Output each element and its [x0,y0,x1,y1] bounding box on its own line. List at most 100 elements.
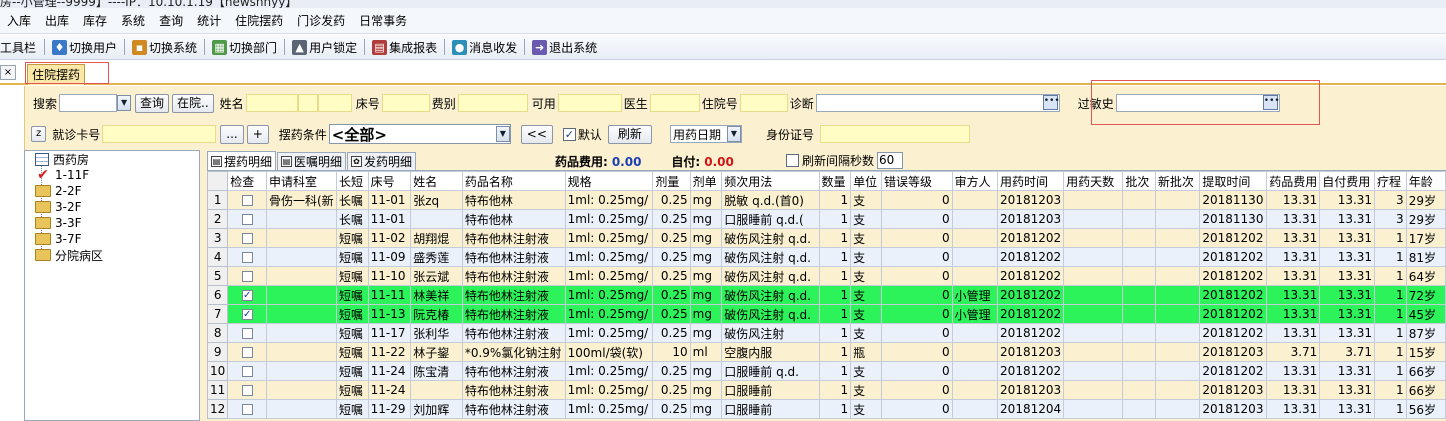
cell-fee[interactable]: 3.71 [1266,342,1321,362]
cell-self[interactable]: 13.31 [1319,266,1376,286]
row-checkbox[interactable] [241,347,253,358]
cell-bed[interactable]: 11-29 [367,399,412,419]
cell-name[interactable]: 张利华 [410,323,463,343]
menu-item-inbound[interactable]: 入库 [0,12,38,29]
cell-extract[interactable]: 20181202 [1199,323,1268,343]
cell-type[interactable]: 短嘱 [335,342,369,362]
cell-drug[interactable]: 特布他林注射液 [461,323,566,343]
menu-item-system[interactable]: 系统 [114,12,152,29]
cell-dept[interactable] [266,247,337,267]
cell-name[interactable]: 林美祥 [410,285,463,305]
column-header[interactable]: 长短 [335,171,369,191]
cell-bed[interactable]: 11-02 [367,228,412,248]
cell-newbatch[interactable] [1154,266,1201,286]
cell-self[interactable]: 13.31 [1319,247,1376,267]
cell-time[interactable]: 20181203 [997,209,1065,229]
cell-batch[interactable] [1122,228,1156,248]
cell-unit1[interactable]: mg [689,285,723,305]
cell-age[interactable]: 64岁 [1405,266,1446,286]
cell-unit[interactable]: 支 [850,285,882,305]
cell-days[interactable] [1063,399,1124,419]
row-number[interactable]: 1 [207,190,229,210]
refresh-interval-input[interactable]: 60 [877,152,904,169]
z-button[interactable]: z [31,126,47,142]
cell-unit[interactable]: 支 [850,190,882,210]
fee-type-input[interactable] [457,94,528,112]
search-input[interactable] [59,94,118,112]
cell-course[interactable]: 1 [1374,247,1407,267]
cell-extract[interactable]: 20181202 [1199,247,1268,267]
cell-batch[interactable] [1122,399,1156,419]
default-checkbox[interactable]: ✓ [562,127,576,141]
cell-type[interactable]: 短嘱 [335,304,369,324]
visit-card-input[interactable] [102,125,217,143]
tree-item-3-2f[interactable]: 3-2F [35,199,82,215]
cell-qty[interactable]: 1 [818,190,852,210]
cell-age[interactable]: 45岁 [1405,304,1446,324]
menu-item-outbound[interactable]: 出库 [38,12,76,29]
cell-age[interactable]: 17岁 [1405,228,1446,248]
cell-drug[interactable]: *0.9%氯化钠注射 [461,342,566,362]
cell-extract[interactable]: 20181202 [1199,361,1268,381]
cell-name[interactable]: 陈宝清 [410,361,463,381]
cell-fee[interactable]: 13.31 [1266,247,1321,267]
cell-reviewer[interactable] [951,399,999,419]
column-header[interactable]: 自付费用 [1319,171,1376,191]
cell-fee[interactable]: 13.31 [1266,361,1321,381]
cell-time[interactable]: 20181202 [997,323,1065,343]
cell-newbatch[interactable] [1154,323,1201,343]
tab-inpatient-dispense[interactable]: 住院摆药 [27,64,86,85]
cell-batch[interactable] [1122,342,1156,362]
cell-reviewer[interactable] [951,247,999,267]
cell-qty[interactable]: 1 [818,228,852,248]
cell-time[interactable]: 20181202 [997,228,1065,248]
search-dropdown-button[interactable]: ▼ [117,95,132,111]
column-header[interactable]: 提取时间 [1199,171,1268,191]
cell-err[interactable]: 0 [880,209,953,229]
cell-qty[interactable]: 1 [818,361,852,381]
column-header[interactable]: 频次用法 [721,171,820,191]
cell-newbatch[interactable] [1154,285,1201,305]
row-checkbox[interactable]: ✓ [241,290,253,301]
column-header[interactable]: 药品费用 [1266,171,1321,191]
cell-spec[interactable]: 1ml: 0.25mg/ [564,399,654,419]
cell-age[interactable]: 66岁 [1405,361,1446,381]
cell-newbatch[interactable] [1154,342,1201,362]
row-number[interactable]: 3 [207,228,229,248]
cell-self[interactable]: 13.31 [1319,209,1376,229]
cell-course[interactable]: 1 [1374,361,1407,381]
cell-type[interactable]: 短嘱 [335,361,369,381]
cell-unit1[interactable]: mg [689,209,723,229]
table-row[interactable]: 4 短嘱 11-09 盛秀莲 特布他林注射液 1ml: 0.25mg/0.25 mg 破伤风注… [207,247,1446,267]
cell-freq[interactable]: 破伤风注射 q.d. [721,304,820,324]
cell-err[interactable]: 0 [880,342,953,362]
cell-err[interactable]: 0 [880,304,953,324]
tree-item-1-11f[interactable]: ✔ 1-11F [35,167,89,183]
column-header[interactable]: 姓名 [410,171,463,191]
cell-freq[interactable]: 破伤风注射 q.d. [721,247,820,267]
report-button[interactable]: ▤ 集成报表 [369,39,440,56]
name-input-3[interactable] [317,94,352,112]
cell-spec[interactable]: 1ml: 0.25mg/ [564,209,654,229]
row-checkbox[interactable] [241,328,253,339]
tree-item-3-7f[interactable]: 3-7F [35,231,82,247]
cell-fee[interactable]: 13.31 [1266,323,1321,343]
cell-extract[interactable]: 20181203 [1199,399,1268,419]
cell-fee[interactable]: 13.31 [1266,190,1321,210]
diagnosis-browse-button[interactable]: ••• [1042,95,1060,110]
cell-drug[interactable]: 特布他林注射液 [461,399,566,419]
cell-fee[interactable]: 13.31 [1266,399,1321,419]
cell-days[interactable] [1063,342,1124,362]
id-card-input[interactable] [819,125,970,143]
cell-type[interactable]: 短嘱 [335,285,369,305]
cell-extract[interactable]: 20181203 [1199,380,1268,400]
cell-batch[interactable] [1122,380,1156,400]
cell-bed[interactable]: 11-24 [367,380,412,400]
row-number[interactable]: 6 [207,285,229,305]
cell-days[interactable] [1063,361,1124,381]
cell-type[interactable]: 短嘱 [335,399,369,419]
row-checkbox[interactable] [241,404,253,415]
cell-drug[interactable]: 特布他林注射液 [461,247,566,267]
cell-drug[interactable]: 特布他林注射液 [461,304,566,324]
cell-course[interactable]: 1 [1374,285,1407,305]
